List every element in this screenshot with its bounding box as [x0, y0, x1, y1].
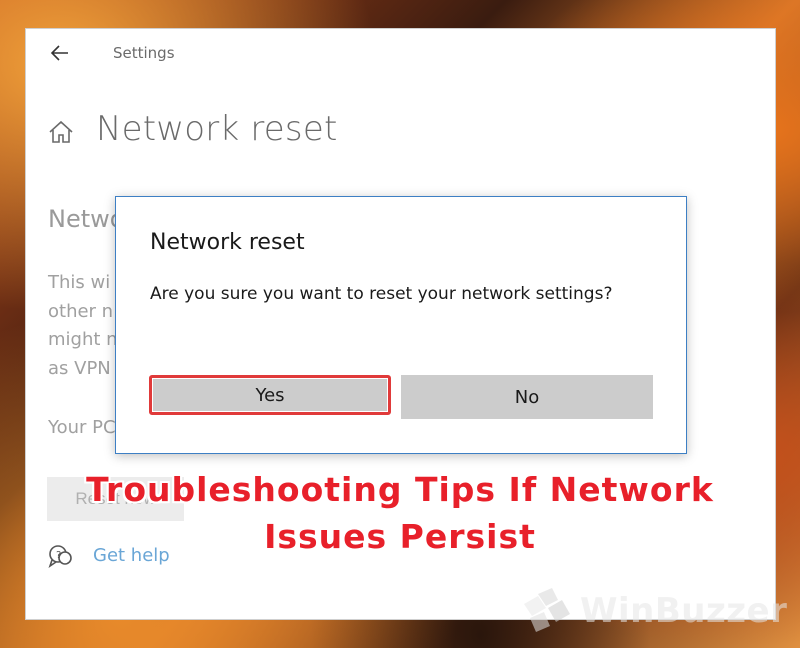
- headline-line-2: Issues Persist: [264, 517, 536, 556]
- overlay-headline: Troubleshooting Tips If Network Issues P…: [0, 466, 800, 560]
- page-title: Network reset: [96, 109, 338, 149]
- watermark-text: WinBuzzer: [580, 591, 788, 631]
- description-line: other n: [48, 300, 114, 322]
- description-line: as VPN: [48, 357, 111, 379]
- confirmation-dialog: Network reset Are you sure you want to r…: [115, 196, 687, 454]
- section-heading: Netwo: [48, 205, 125, 233]
- home-icon: [49, 120, 73, 143]
- dialog-message: Are you sure you want to reset your netw…: [150, 284, 613, 304]
- back-arrow-icon[interactable]: [50, 43, 70, 63]
- watermark: WinBuzzer: [516, 586, 787, 636]
- pc-restart-text: Your PC: [48, 417, 116, 438]
- winbuzzer-logo-icon: [524, 588, 570, 632]
- description-text: This wi other n might n as VPN: [48, 269, 118, 383]
- dialog-title: Network reset: [150, 230, 305, 255]
- window-title: Settings: [113, 44, 175, 62]
- description-line: might n: [48, 329, 118, 350]
- yes-button[interactable]: Yes: [149, 375, 391, 415]
- description-line: This wi: [48, 272, 111, 293]
- no-button[interactable]: No: [401, 375, 653, 419]
- headline-line-1: Troubleshooting Tips If Network: [86, 470, 714, 509]
